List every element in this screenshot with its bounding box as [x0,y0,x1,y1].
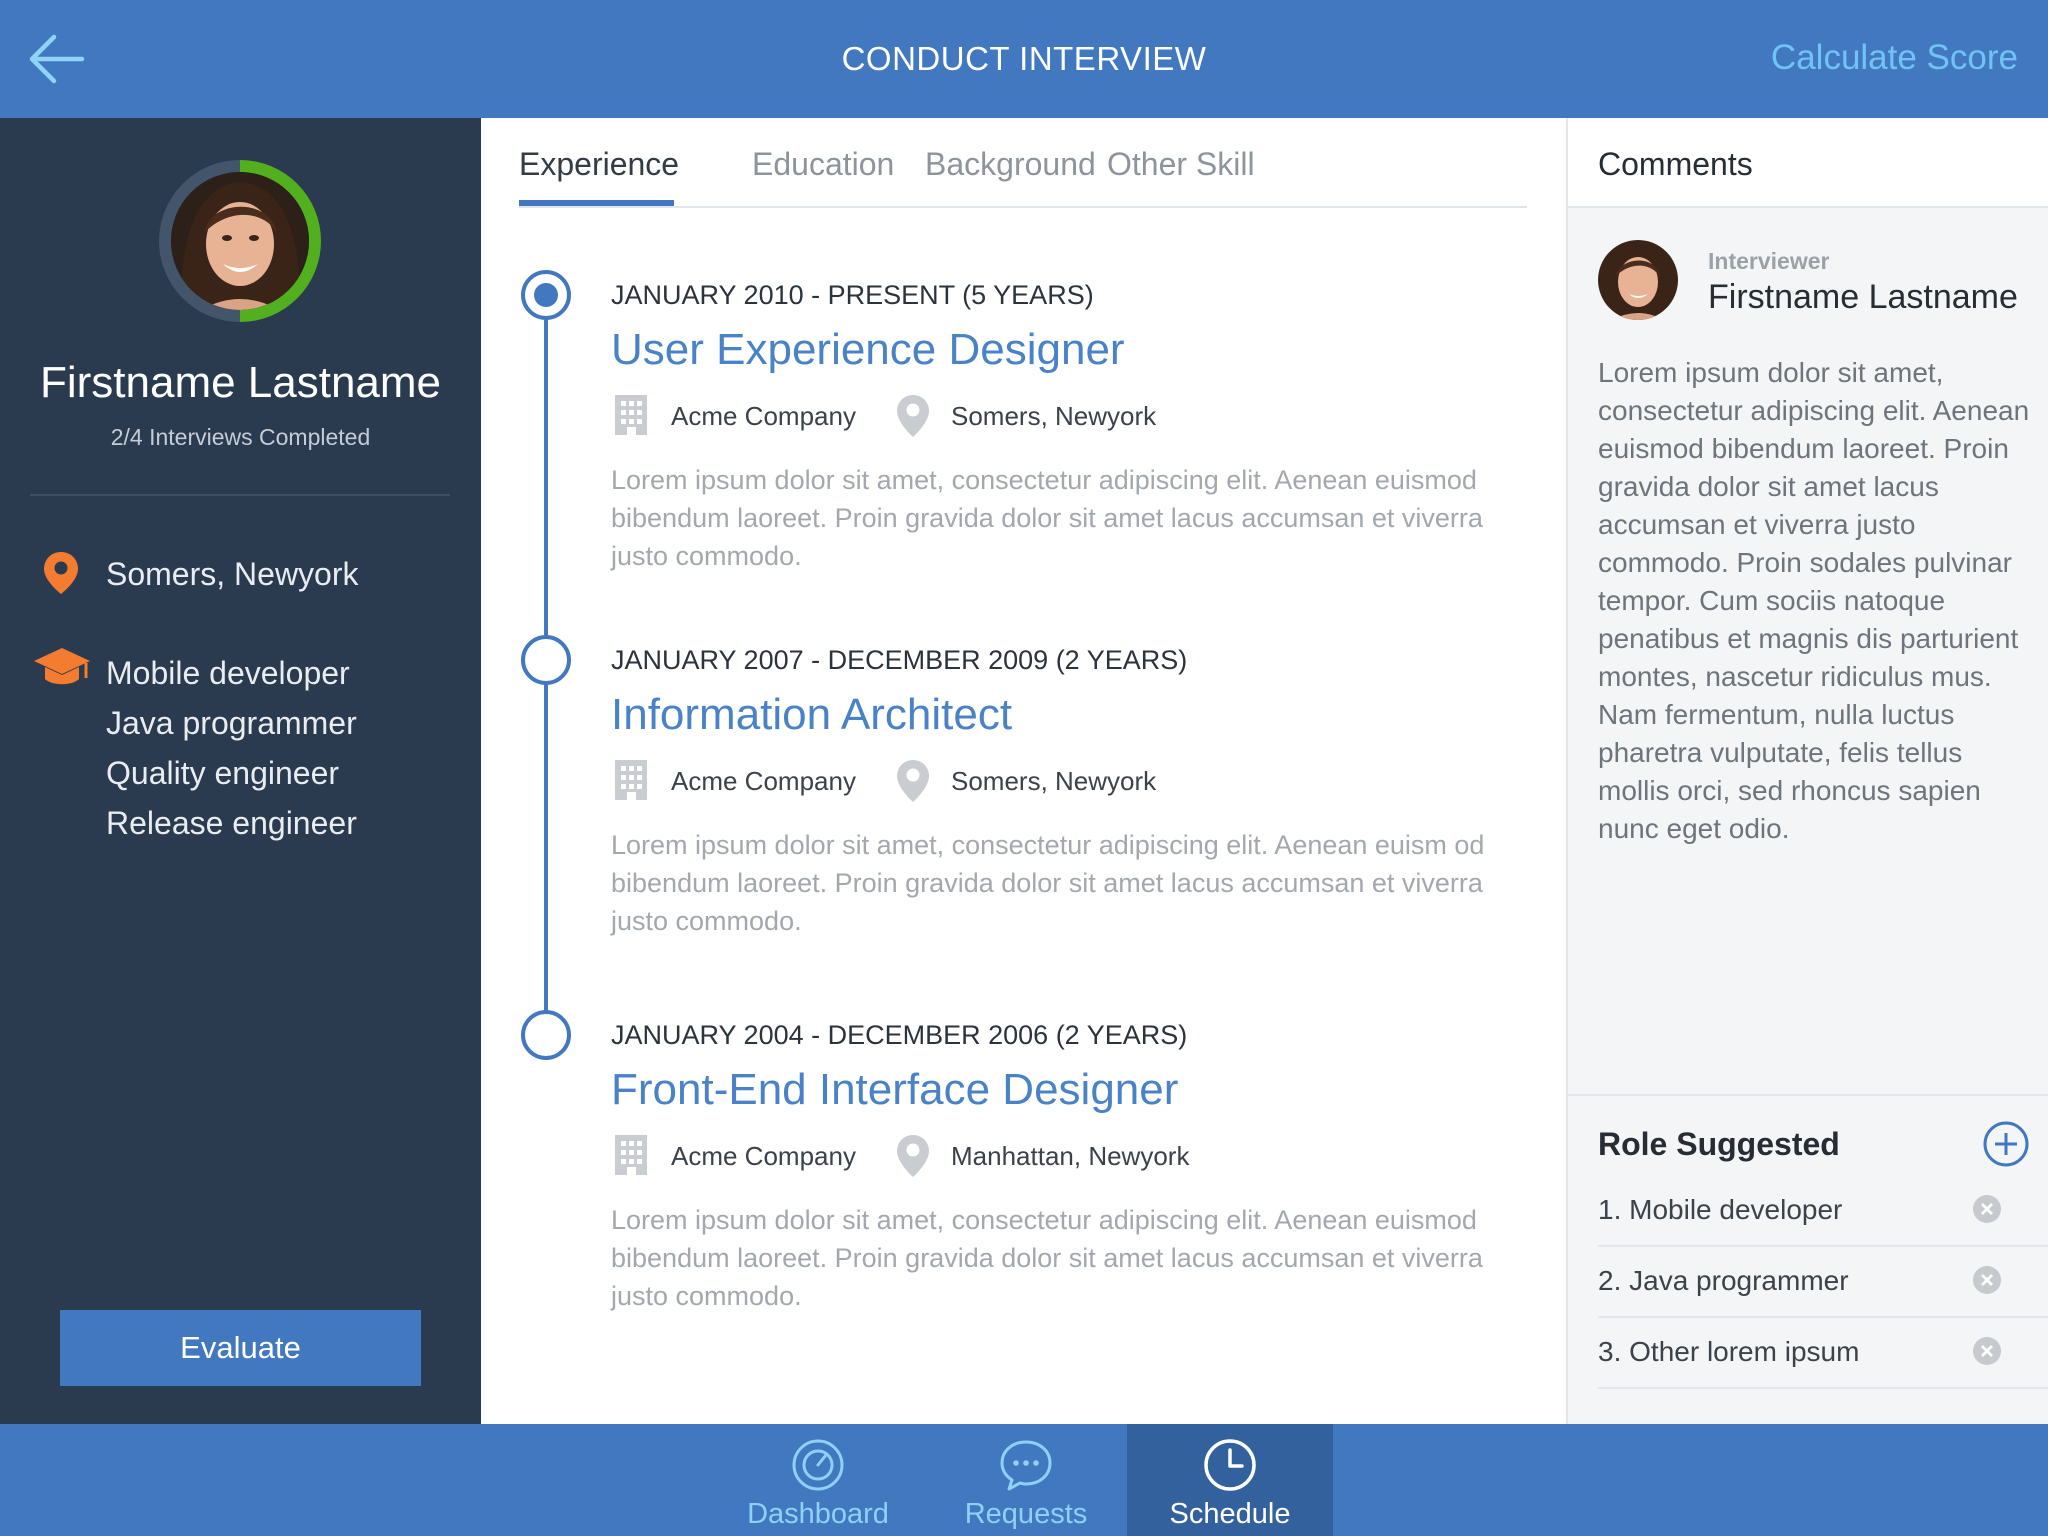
candidate-location: Somers, Newyork [106,556,359,592]
interviewer-avatar [1598,240,1678,320]
remove-role-icon[interactable] [1972,1336,2002,1366]
experience-title[interactable]: Information Architect [611,690,1511,740]
location-pin-icon [897,1135,929,1177]
experience-description: Lorem ipsum dolor sit amet, consectetur … [611,830,1485,936]
experience-description: Lorem ipsum dolor sit amet, consectetur … [611,465,1483,571]
role-suggested-section: Role Suggested 1. Mobile developer 2. Ja… [1568,1094,2048,1424]
interview-progress-ring [159,160,321,322]
tab-background[interactable]: Background [925,146,1096,183]
candidate-role: Java programmer [106,705,357,741]
building-icon [615,760,647,800]
building-icon [615,395,647,435]
timeline-node-current [521,270,571,320]
interviewer-name: Firstname Lastname [1708,278,2018,316]
location-pin-icon [897,760,929,802]
clock-icon [1204,1439,1256,1491]
experience-title[interactable]: Front-End Interface Designer [611,1065,1511,1115]
tab-experience[interactable]: Experience [519,146,679,183]
tab-bar: Experience Education Background Other Sk… [519,118,1527,208]
candidate-avatar [171,172,309,310]
graduation-cap-icon [32,644,92,690]
role-suggested-item: 1. Mobile developer [1598,1176,2048,1247]
experience-company: Acme Company [671,766,856,796]
experience-date: JANUARY 2010 - PRESENT (5 YEARS) [611,280,1094,310]
chat-icon [1000,1440,1052,1491]
candidate-role: Mobile developer [106,655,350,691]
main-content: Experience Education Background Other Sk… [481,118,1566,1424]
candidate-role: Release engineer [106,805,357,841]
timeline-node [521,635,571,685]
top-bar: CONDUCT INTERVIEW Calculate Score [0,0,2048,118]
nav-schedule-label: Schedule [1169,1498,1291,1530]
experience-location: Somers, Newyork [951,766,1157,796]
candidate-sidebar: Firstname Lastname 2/4 Interviews Comple… [0,118,481,1424]
experience-entry: JANUARY 2010 - PRESENT (5 YEARS) User Ex… [611,280,1511,575]
timeline-node [521,1010,571,1060]
experience-company: Acme Company [671,1141,856,1171]
role-suggested-title: Role Suggested [1598,1126,1840,1162]
tab-education[interactable]: Education [752,146,894,183]
experience-entry: JANUARY 2007 - DECEMBER 2009 (2 YEARS) I… [611,645,1511,940]
comment-text: Lorem ipsum dolor sit amet, consectetur … [1598,357,2030,844]
interviewer-label: Interviewer [1708,248,1830,274]
role-suggested-item: 3. Other lorem ipsum [1598,1318,2048,1389]
experience-title[interactable]: User Experience Designer [611,325,1511,375]
comments-title: Comments [1598,146,1753,182]
remove-role-icon[interactable] [1972,1265,2002,1295]
dashboard-icon [792,1439,844,1491]
experience-company: Acme Company [671,401,856,431]
bottom-nav-bar: Dashboard Requests Schedule [0,1424,2048,1536]
experience-date: JANUARY 2004 - DECEMBER 2006 (2 YEARS) [611,1020,1188,1050]
experience-location: Somers, Newyork [951,401,1157,431]
page-title: CONDUCT INTERVIEW [841,40,1207,77]
nav-schedule[interactable]: Schedule [1127,1424,1333,1536]
divider [30,494,450,496]
location-pin-icon [42,550,80,596]
location-pin-icon [897,395,929,437]
role-suggested-label: 2. Java programmer [1598,1265,1849,1296]
nav-requests-label: Requests [964,1498,1088,1530]
role-suggested-label: 3. Other lorem ipsum [1598,1336,1860,1367]
candidate-name: Firstname Lastname [39,358,442,407]
remove-role-icon[interactable] [1972,1194,2002,1224]
experience-location: Manhattan, Newyork [951,1141,1190,1171]
comments-panel: Comments Interviewer Firstname Lastname … [1566,118,2048,1424]
active-tab-indicator [519,200,674,206]
add-role-icon[interactable] [1982,1120,2030,1168]
nav-dashboard-label: Dashboard [747,1498,889,1530]
building-icon [615,1135,647,1175]
tab-other-skill[interactable]: Other Skill [1107,146,1255,183]
comments-header: Comments [1568,118,2048,208]
nav-requests[interactable]: Requests [926,1424,1126,1536]
candidate-role: Quality engineer [106,755,340,791]
interviews-completed: 2/4 Interviews Completed [110,424,371,450]
evaluate-button[interactable]: Evaluate [60,1310,421,1386]
experience-description: Lorem ipsum dolor sit amet, consectetur … [611,1205,1483,1311]
experience-date: JANUARY 2007 - DECEMBER 2009 (2 YEARS) [611,645,1188,675]
nav-dashboard[interactable]: Dashboard [718,1424,918,1536]
role-suggested-label: 1. Mobile developer [1598,1194,1843,1225]
experience-entry: JANUARY 2004 - DECEMBER 2006 (2 YEARS) F… [611,1020,1511,1315]
role-suggested-item: 2. Java programmer [1598,1247,2048,1318]
calculate-score-button[interactable]: Calculate Score [1771,38,2018,78]
candidate-roles: Mobile developer Java programmer Quality… [106,648,357,848]
